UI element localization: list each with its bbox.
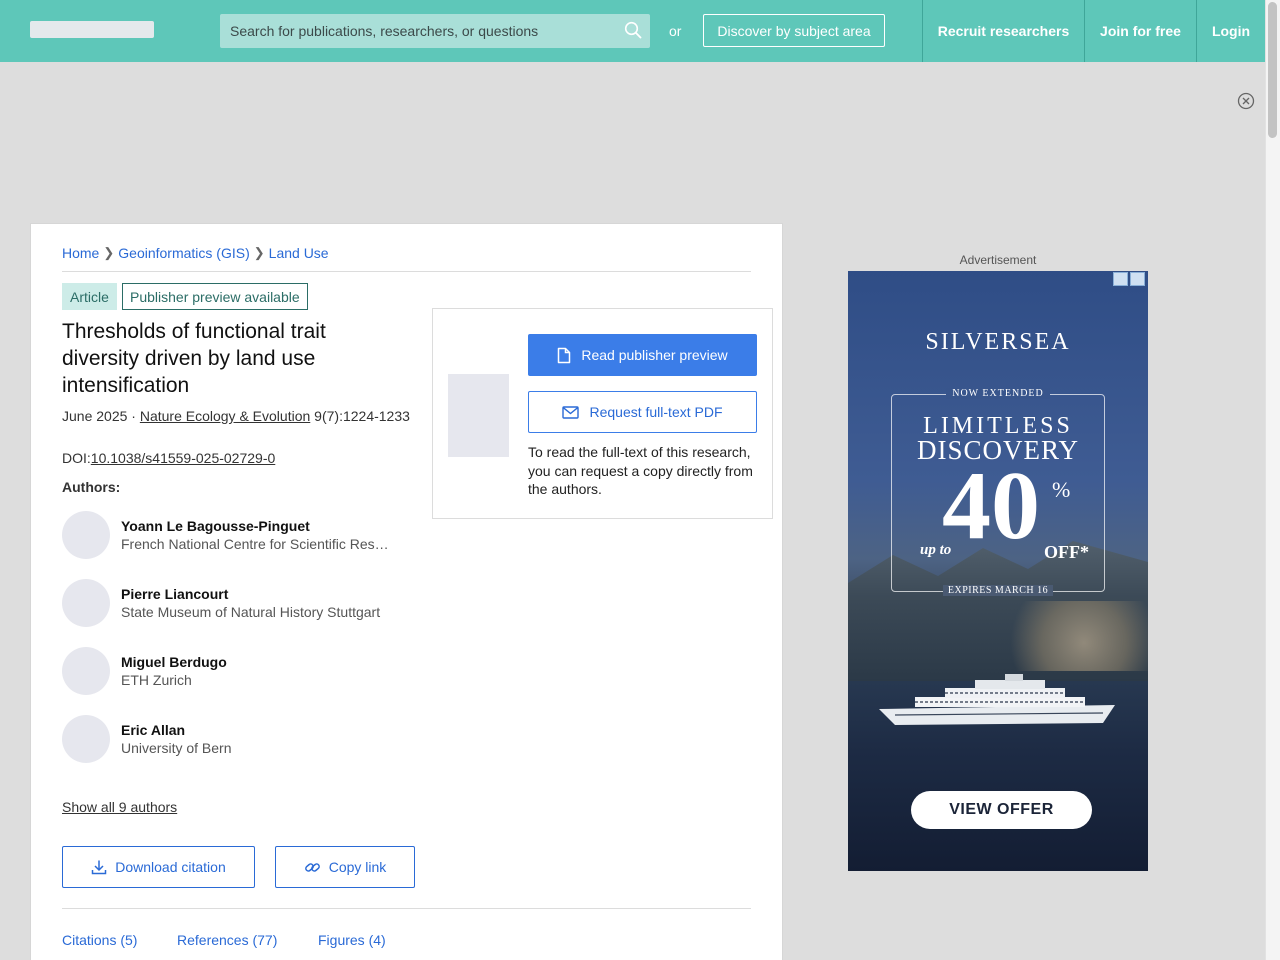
full-text-panel: Read publisher preview Request full-text… [432,308,773,519]
author-name[interactable]: Eric Allan [121,722,185,738]
publication-meta: June 2025 · Nature Ecology & Evolution 9… [62,407,412,426]
article-type-badge: Article [62,283,117,310]
ad-expires-label: EXPIRES MARCH 16 [942,585,1054,596]
ad-off-text: OFF* [1044,542,1089,562]
author-affiliation: State Museum of Natural History Stuttgar… [121,604,381,620]
author-item[interactable]: Pierre Liancourt State Museum of Natural… [62,579,402,627]
join-for-free-link[interactable]: Join for free [1084,0,1196,62]
article-thumbnail[interactable] [448,374,509,457]
article-card: Home ❯ Geoinformatics (GIS) ❯ Land Use A… [30,223,783,960]
avatar[interactable] [62,647,110,695]
tab-citations[interactable]: Citations (5) [62,932,137,948]
avatar[interactable] [62,715,110,763]
cruise-ship-image [879,674,1115,725]
link-icon [304,862,320,872]
request-full-text-button[interactable]: Request full-text PDF [528,391,757,433]
tab-references[interactable]: References (77) [177,932,277,948]
doi-link[interactable]: 10.1038/s41559-025-02729-0 [91,450,276,466]
breadcrumb: Home ❯ Geoinformatics (GIS) ❯ Land Use [62,245,329,261]
read-publisher-preview-label: Read publisher preview [581,347,728,363]
breadcrumb-home[interactable]: Home [62,245,99,261]
ad-info-icon[interactable] [1113,272,1128,286]
tab-figures[interactable]: Figures (4) [318,932,386,948]
avatar[interactable] [62,511,110,559]
full-text-note: To read the full-text of this research, … [528,444,753,497]
read-publisher-preview-button[interactable]: Read publisher preview [528,334,757,376]
doi-line: DOI:10.1038/s41559-025-02729-0 [62,450,275,466]
author-name[interactable]: Pierre Liancourt [121,586,228,602]
ad-close-icon[interactable] [1130,272,1145,286]
author-name[interactable]: Miguel Berdugo [121,654,227,670]
divider [62,908,751,909]
document-icon [558,347,571,363]
journal-link[interactable]: Nature Ecology & Evolution [140,408,310,424]
mail-icon [562,405,580,419]
close-circle-icon[interactable] [1237,92,1255,110]
authors-heading: Authors: [62,479,121,495]
author-item[interactable]: Yoann Le Bagousse-Pinguet French Nationa… [62,511,402,559]
author-affiliation: French National Centre for Scientific Re… [121,536,393,552]
ad-background-town [988,601,1148,671]
ad-brand-logo: SILVERSEA [925,329,1071,355]
copy-link-button[interactable]: Copy link [275,846,415,888]
recruit-researchers-link[interactable]: Recruit researchers [922,0,1084,62]
show-all-authors-link[interactable]: Show all 9 authors [62,799,177,815]
search-box [220,14,650,48]
avatar[interactable] [62,579,110,627]
scrollbar-thumb[interactable] [1268,2,1277,138]
ad-expires-text: EXPIRES MARCH 16 [848,585,1148,596]
ad-up-to: up to [920,542,952,558]
breadcrumb-gis[interactable]: Geoinformatics (GIS) [118,245,249,261]
author-affiliation: ETH Zurich [121,672,192,688]
author-name[interactable]: Yoann Le Bagousse-Pinguet [121,518,310,534]
advertisement-label: Advertisement [959,253,1037,267]
breadcrumb-land-use[interactable]: Land Use [269,245,329,261]
author-item[interactable]: Eric Allan University of Bern [62,715,402,763]
discover-by-subject-button[interactable]: Discover by subject area [703,14,885,47]
divider [62,271,751,272]
request-full-text-label: Request full-text PDF [589,404,723,420]
top-navigation-bar: or Discover by subject area Recruit rese… [0,0,1265,62]
download-citation-button[interactable]: Download citation [62,846,255,888]
advertisement-banner[interactable]: SILVERSEA NOW EXTENDED LIMITLESS DISCOVE… [848,271,1148,871]
ad-extended-label: NOW EXTENDED [946,388,1050,399]
author-affiliation: University of Bern [121,740,232,756]
chevron-right-icon: ❯ [253,245,265,260]
author-item[interactable]: Miguel Berdugo ETH Zurich [62,647,402,695]
ad-extended-text: NOW EXTENDED [848,388,1148,399]
view-offer-button[interactable]: VIEW OFFER [911,791,1092,829]
page-scrollbar[interactable] [1265,0,1280,960]
copy-link-label: Copy link [328,859,387,875]
publication-date: June 2025 · [62,408,140,424]
login-link[interactable]: Login [1196,0,1265,62]
search-icon[interactable] [624,21,642,39]
or-text: or [669,23,682,39]
site-logo[interactable] [30,21,154,38]
preview-available-badge: Publisher preview available [122,283,308,310]
article-title: Thresholds of functional trait diversity… [62,320,326,397]
ad-discount-number: 40 [942,452,1040,560]
publication-pages: 9(7):1224-1233 [310,408,410,424]
chevron-right-icon: ❯ [103,245,115,260]
download-citation-label: Download citation [115,859,226,875]
search-input[interactable] [220,14,620,48]
doi-prefix: DOI: [62,450,91,466]
ad-percent-sign: % [1052,477,1071,502]
download-icon [91,860,107,875]
